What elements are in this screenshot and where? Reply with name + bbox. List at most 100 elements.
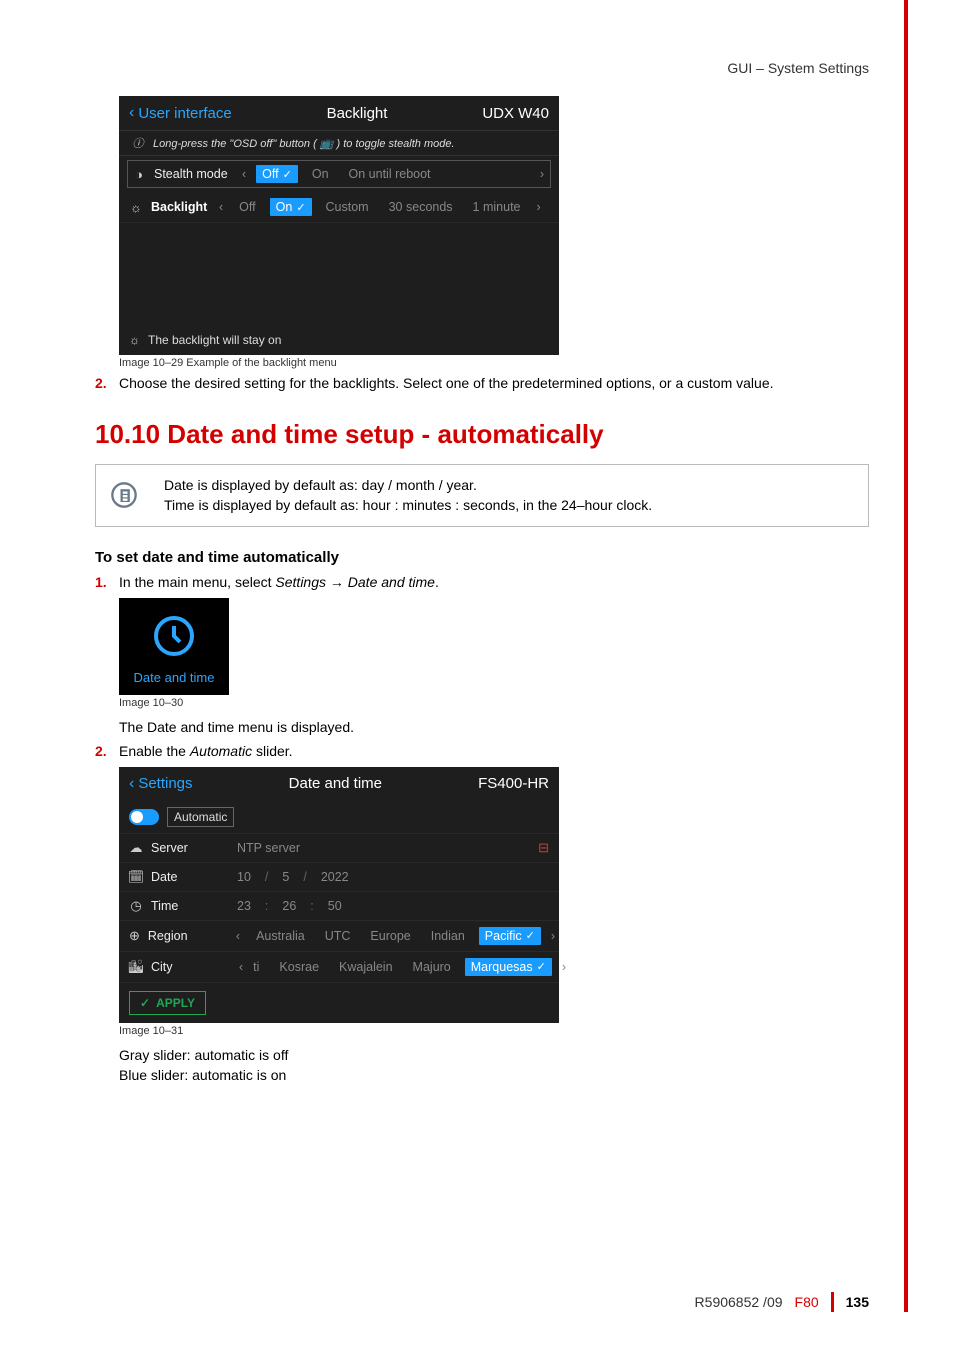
bl-opt-30s[interactable]: 30 seconds	[383, 198, 459, 216]
step-number: 2.	[95, 743, 119, 759]
backlight-label: Backlight	[151, 200, 209, 214]
time-sec[interactable]: 50	[328, 899, 342, 913]
image-caption: Image 10–30	[119, 697, 869, 709]
image-caption: Image 10–29 Example of the backlight men…	[119, 357, 869, 369]
city-label: City	[151, 960, 229, 974]
date-time-tile[interactable]: Date and time	[119, 598, 229, 695]
date-day[interactable]: 10	[237, 870, 251, 884]
bl-opt-custom[interactable]: Custom	[320, 198, 375, 216]
automatic-toggle-row[interactable]: Automatic	[119, 801, 559, 834]
chevron-right-icon[interactable]: ›	[560, 960, 568, 974]
step-number: 2.	[95, 375, 119, 391]
time-label: Time	[151, 899, 229, 913]
city-icon: 🏙	[129, 959, 143, 975]
step-number: 1.	[95, 574, 119, 590]
date-year[interactable]: 2022	[321, 870, 349, 884]
region-opt[interactable]: Indian	[425, 927, 471, 945]
time-row[interactable]: ◷ Time 23 : 26 : 50	[119, 892, 559, 921]
bl-opt-off[interactable]: Off	[233, 198, 261, 216]
panel-title: Date and time	[193, 775, 479, 792]
bl-opt-1m[interactable]: 1 minute	[467, 198, 527, 216]
chevron-left-icon[interactable]: ‹	[217, 200, 225, 214]
city-opt[interactable]: Kwajalein	[333, 958, 399, 976]
stealth-opt-reboot[interactable]: On until reboot	[343, 165, 437, 183]
paragraph: Blue slider: automatic is on	[119, 1067, 869, 1083]
city-opt-selected[interactable]: Marquesas✓	[465, 958, 552, 976]
region-opt[interactable]: UTC	[319, 927, 357, 945]
image-caption: Image 10–31	[119, 1025, 869, 1037]
chevron-left-icon[interactable]: ‹	[240, 167, 248, 181]
page-header-right: GUI – System Settings	[95, 60, 869, 76]
page-footer: R5906852 /09 F80 135	[0, 1292, 954, 1312]
toggle-switch[interactable]	[129, 809, 159, 825]
back-button[interactable]: ‹ User interface	[129, 104, 232, 122]
note-icon	[96, 465, 152, 526]
back-label: Settings	[138, 775, 192, 792]
note-line-1: Date is displayed by default as: day / m…	[164, 475, 652, 495]
back-label: User interface	[138, 105, 231, 122]
check-icon: ✓	[526, 929, 535, 942]
footer-product: F80	[795, 1294, 819, 1310]
note-box: Date is displayed by default as: day / m…	[95, 464, 869, 527]
region-label: Region	[148, 929, 226, 943]
chevron-right-icon[interactable]: ›	[538, 167, 546, 181]
datetime-panel: ‹ Settings Date and time FS400-HR Automa…	[119, 767, 559, 1023]
stealth-label: Stealth mode	[154, 167, 232, 181]
network-error-icon: ⊟	[538, 840, 549, 856]
backlight-icon: ☼	[129, 333, 140, 347]
page-accent-bar	[904, 0, 908, 1312]
stealth-opt-off[interactable]: Off✓	[256, 165, 298, 183]
panel-footer-hint: ☼ The backlight will stay on	[119, 323, 559, 355]
chevron-right-icon[interactable]: ›	[535, 200, 543, 214]
step-text: Choose the desired setting for the backl…	[119, 375, 869, 391]
time-hour[interactable]: 23	[237, 899, 251, 913]
region-opt-selected[interactable]: Pacific✓	[479, 927, 541, 945]
region-row[interactable]: ⊕ Region ‹ Australia UTC Europe Indian P…	[119, 921, 559, 952]
time-min[interactable]: 26	[282, 899, 296, 913]
city-row[interactable]: 🏙 City ‹ ti Kosrae Kwajalein Majuro Marq…	[119, 952, 559, 983]
chevron-left-icon[interactable]: ‹	[234, 929, 242, 943]
cloud-icon: ☁	[129, 840, 143, 856]
check-icon: ✓	[537, 960, 546, 973]
panel-title: Backlight	[232, 105, 483, 122]
date-row[interactable]: 🗓 Date 10 / 5 / 2022	[119, 863, 559, 892]
chevron-left-icon[interactable]: ‹	[237, 960, 245, 974]
stealth-icon: ◑	[132, 167, 146, 182]
subheading: To set date and time automatically	[95, 549, 869, 566]
backlight-row[interactable]: ☼ Backlight ‹ Off On✓ Custom 30 seconds …	[119, 192, 559, 223]
bl-opt-on[interactable]: On✓	[270, 198, 312, 216]
city-opt[interactable]: Majuro	[407, 958, 457, 976]
check-icon: ✓	[296, 201, 305, 214]
info-line: ⓘ Long-press the "OSD off" button ( 📺 ) …	[119, 130, 559, 156]
backlight-panel: ‹ User interface Backlight UDX W40 ⓘ Lon…	[119, 96, 559, 355]
date-month[interactable]: 5	[282, 870, 289, 884]
clock-icon: ◷	[129, 898, 143, 914]
paragraph: The Date and time menu is displayed.	[119, 719, 869, 735]
panel-model: UDX W40	[482, 105, 549, 122]
region-opt[interactable]: Australia	[250, 927, 311, 945]
footer-page-number: 135	[846, 1294, 869, 1310]
section-heading: 10.10 Date and time setup - automaticall…	[95, 419, 869, 450]
chevron-right-icon[interactable]: ›	[549, 929, 557, 943]
city-prefix: ti	[253, 958, 265, 976]
apply-button[interactable]: ✓ APPLY	[129, 991, 206, 1015]
check-icon: ✓	[140, 996, 150, 1010]
info-text: Long-press the "OSD off" button ( 📺 ) to…	[153, 137, 455, 150]
step-text: Enable the Automatic slider.	[119, 743, 869, 759]
check-icon: ✓	[283, 168, 292, 181]
stealth-opt-on[interactable]: On	[306, 165, 335, 183]
server-input[interactable]: NTP server	[237, 841, 300, 855]
footer-divider	[831, 1292, 834, 1312]
city-opt[interactable]: Kosrae	[273, 958, 325, 976]
stealth-row[interactable]: ◑ Stealth mode ‹ Off✓ On On until reboot…	[127, 160, 551, 188]
toggle-label: Automatic	[167, 807, 234, 827]
server-label: Server	[151, 841, 229, 855]
chevron-left-icon: ‹	[129, 775, 134, 793]
chevron-left-icon: ‹	[129, 104, 134, 122]
back-button[interactable]: ‹ Settings	[129, 775, 193, 793]
paragraph: Gray slider: automatic is off	[119, 1047, 869, 1063]
region-opt[interactable]: Europe	[364, 927, 416, 945]
step-text: In the main menu, select Settings → Date…	[119, 574, 869, 590]
server-row[interactable]: ☁ Server NTP server ⊟	[119, 834, 559, 863]
tile-label: Date and time	[134, 670, 215, 685]
